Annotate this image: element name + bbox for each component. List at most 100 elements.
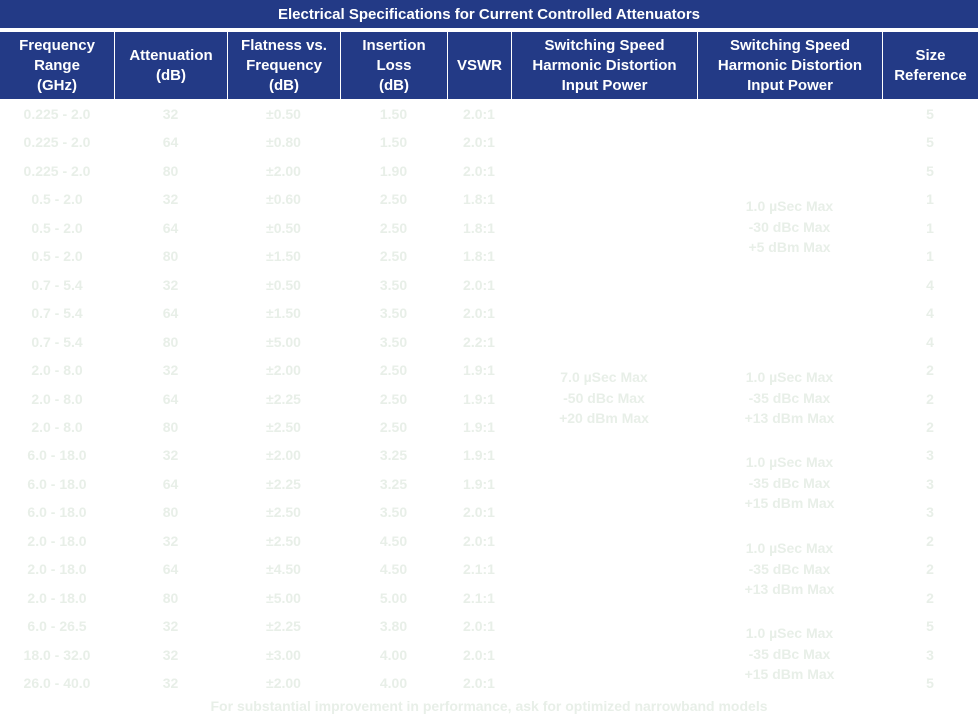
cell-vswr: 2.0:1 [463, 106, 495, 122]
cell-insertion-loss: 4.50 [379, 561, 408, 578]
switching-spec-group: 1.0 µSec Max -35 dBc Max +15 dBm Max [697, 452, 882, 514]
cell-size: 4 [926, 305, 934, 322]
cell-vswr: 2.0:1 [463, 675, 495, 691]
cell-flatness: ±1.50 [266, 248, 301, 265]
cell-attenuation: 80 [162, 333, 179, 350]
header-text: (GHz) [36, 76, 77, 94]
cell-attenuation: 32 [162, 276, 179, 293]
header-frequency-range: Frequency Range (GHz) [0, 32, 114, 99]
cell-size: 1 [926, 248, 934, 265]
cell-size: 3 [926, 475, 934, 492]
cell-frequency: 0.225 - 2.0 [23, 106, 91, 122]
cell-size: 3 [926, 646, 934, 663]
cell-frequency: 6.0 - 18.0 [27, 475, 87, 492]
cell-attenuation: 32 [162, 646, 179, 663]
cell-size: 4 [926, 276, 934, 293]
cell-frequency: 2.0 - 8.0 [31, 390, 83, 407]
header-text: Reference [894, 66, 967, 84]
cell-frequency: 2.0 - 8.0 [31, 418, 83, 435]
header-text: Switching Speed [729, 36, 850, 54]
cell-frequency: 0.7 - 5.4 [31, 333, 83, 350]
cell-vswr: 2.0:1 [463, 618, 495, 635]
cell-insertion-loss: 2.50 [379, 191, 408, 208]
switching-spec-group: 1.0 µSec Max -35 dBc Max +13 dBm Max [697, 538, 882, 600]
cell-attenuation: 32 [162, 618, 179, 635]
header-switching-1: Switching Speed Harmonic Distortion Input … [512, 32, 697, 99]
cell-size: 4 [926, 333, 934, 350]
cell-frequency: 0.5 - 2.0 [31, 191, 83, 208]
cell-insertion-loss: 2.50 [379, 390, 408, 407]
header-attenuation: Attenuation (dB) [115, 32, 227, 99]
cell-size: 3 [926, 447, 934, 464]
cell-flatness: ±2.25 [266, 618, 301, 635]
cell-size: 3 [926, 504, 934, 521]
cell-flatness: ±5.00 [266, 333, 301, 350]
switching-spec-line: +15 dBm Max [744, 666, 835, 682]
header-text: Insertion [362, 36, 426, 54]
header-size-reference: Size Reference [883, 32, 978, 99]
header-text: Harmonic Distortion [532, 56, 677, 74]
header-text: Frequency [246, 56, 322, 74]
cell-insertion-loss: 3.50 [379, 504, 408, 521]
cell-attenuation: 80 [162, 589, 179, 606]
cell-vswr: 2.0:1 [463, 504, 495, 521]
cell-frequency: 0.7 - 5.4 [31, 276, 83, 293]
cell-insertion-loss: 3.50 [379, 305, 408, 322]
cell-attenuation: 32 [162, 447, 179, 464]
cell-flatness: ±2.00 [266, 362, 301, 379]
cell-flatness: ±2.00 [266, 162, 301, 179]
header-insertion-loss: Insertion Loss (dB) [341, 32, 447, 99]
cell-frequency: 0.7 - 5.4 [31, 305, 83, 322]
cell-flatness: ±5.00 [266, 589, 301, 606]
cell-attenuation: 32 [162, 532, 179, 549]
cell-size: 2 [926, 418, 934, 435]
cell-size: 5 [926, 618, 934, 635]
cell-flatness: ±4.50 [266, 561, 301, 578]
switching-spec-line: +13 dBm Max [744, 410, 835, 426]
cell-size: 1 [926, 219, 934, 236]
header-vswr: VSWR [448, 32, 511, 99]
cell-attenuation: 64 [162, 305, 179, 322]
cell-size: 5 [926, 134, 934, 151]
cell-frequency: 2.0 - 18.0 [27, 532, 87, 549]
cell-frequency: 0.225 - 2.0 [23, 134, 91, 151]
cell-size: 5 [926, 106, 934, 122]
cell-vswr: 1.9:1 [463, 418, 495, 435]
cell-attenuation: 80 [162, 418, 179, 435]
switching-spec-line: 1.0 µSec Max [745, 369, 834, 385]
switching-spec-group: 1.0 µSec Max -35 dBc Max +13 dBm Max [697, 367, 882, 429]
cell-insertion-loss: 3.50 [379, 276, 408, 293]
cell-vswr: 2.0:1 [463, 134, 495, 151]
header-text: Loss [376, 56, 412, 74]
cell-attenuation: 64 [162, 561, 179, 578]
cell-size: 5 [926, 675, 934, 691]
header-text: (dB) [268, 76, 299, 94]
cell-frequency: 2.0 - 18.0 [27, 589, 87, 606]
cell-attenuation: 80 [162, 504, 179, 521]
cell-attenuation: 64 [162, 475, 179, 492]
switching-spec-line: +13 dBm Max [744, 581, 835, 597]
cell-attenuation: 80 [162, 162, 179, 179]
switching-spec-line: 7.0 µSec Max [560, 369, 648, 385]
cell-vswr: 1.8:1 [463, 191, 495, 208]
cell-size: 2 [926, 532, 934, 549]
cell-size: 1 [926, 191, 934, 208]
cell-flatness: ±0.50 [266, 219, 301, 236]
cell-attenuation: 32 [162, 191, 179, 208]
cell-vswr: 2.1:1 [463, 561, 495, 578]
cell-vswr: 2.0:1 [463, 305, 495, 322]
cell-flatness: ±2.25 [266, 475, 301, 492]
switching-spec-group: 7.0 µSec Max -50 dBc Max +20 dBm Max [511, 367, 697, 429]
cell-frequency: 0.225 - 2.0 [23, 162, 91, 179]
switching-spec-line: -50 dBc Max [563, 389, 645, 406]
switching-spec-line: -30 dBc Max [748, 218, 831, 235]
switching-spec-line: -35 dBc Max [748, 645, 831, 662]
switching-spec-line: +15 dBm Max [744, 495, 835, 511]
cell-vswr: 1.9:1 [463, 390, 495, 407]
cell-insertion-loss: 1.50 [379, 106, 408, 122]
switching-spec-group: 1.0 µSec Max -30 dBc Max +5 dBm Max [697, 196, 882, 258]
cell-insertion-loss: 2.50 [379, 219, 408, 236]
switching-spec-line: +5 dBm Max [748, 239, 831, 255]
cell-attenuation: 32 [162, 106, 179, 122]
cell-vswr: 1.9:1 [463, 362, 495, 379]
